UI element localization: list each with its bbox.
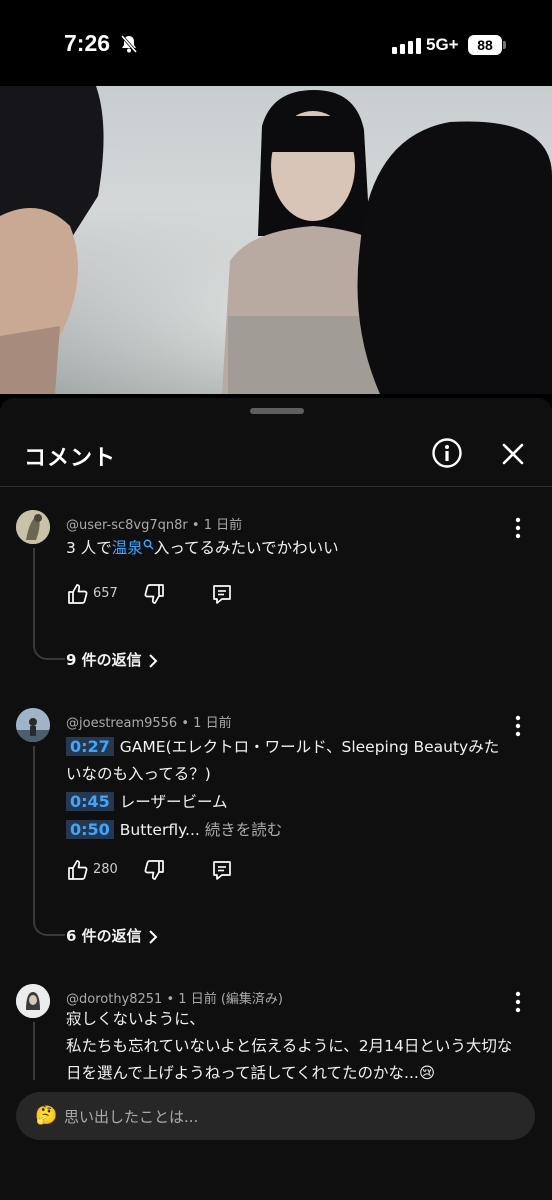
like-count: 657 xyxy=(93,586,118,601)
dislike-icon[interactable] xyxy=(142,858,166,882)
video-frame xyxy=(0,86,552,394)
search-link[interactable]: 温泉 xyxy=(112,539,143,557)
close-icon[interactable] xyxy=(499,440,527,468)
avatar[interactable] xyxy=(16,984,50,1018)
comment-text: 0:27 GAME(エレクトロ・ワールド、Sleeping Beautyみた いな… xyxy=(66,733,526,844)
comment-line: 0:45 レーザービーム xyxy=(66,788,526,816)
drag-handle[interactable] xyxy=(250,408,304,414)
comment-actions: 657 xyxy=(66,582,266,608)
like-icon[interactable] xyxy=(66,582,90,606)
timestamp-link[interactable]: 0:27 xyxy=(66,737,114,756)
comment-author[interactable]: @dorothy8251 xyxy=(66,992,162,1007)
comment-actions: 280 xyxy=(66,858,266,884)
comment-line: 0:50 Butterfly... 続きを読む xyxy=(66,816,526,844)
status-time: 7:26 xyxy=(64,30,111,56)
thinking-emoji-icon: 🤔 xyxy=(35,1105,58,1126)
chevron-right-icon xyxy=(148,653,158,668)
comment-line-text: レーザービーム xyxy=(119,793,228,811)
comment-meta: @dorothy8251 • 1 日前 (編集済み) xyxy=(66,992,283,1007)
comment-line: いなのも入ってる？) xyxy=(66,761,526,788)
comment-meta: @joestream9556 • 1 日前 xyxy=(66,716,232,731)
more-options-icon[interactable] xyxy=(510,715,526,737)
header-divider xyxy=(0,486,552,487)
more-options-icon[interactable] xyxy=(510,517,526,539)
comment-meta: @user-sc8vg7qn8r • 1 日前 xyxy=(66,518,243,533)
dislike-icon[interactable] xyxy=(142,582,166,606)
info-icon[interactable] xyxy=(431,437,463,469)
replies-label: 6 件の返信 xyxy=(66,927,142,945)
comment-line: 私たちも忘れていないよと伝えるように、2月14日という大切な xyxy=(66,1037,513,1055)
comment-line-text: GAME(エレクトロ・ワールド、Sleeping Beautyみた xyxy=(119,738,500,756)
comment-line: 寂しくないように、 xyxy=(66,1010,205,1028)
replies-button[interactable]: 9 件の返信 xyxy=(66,649,158,671)
like-icon[interactable] xyxy=(66,858,90,882)
video-player[interactable] xyxy=(0,86,552,394)
battery-indicator: 88 xyxy=(468,35,502,55)
comment-line: 0:27 GAME(エレクトロ・ワールド、Sleeping Beautyみた xyxy=(66,733,526,761)
comment-text: 3 人で温泉 入ってるみたいでかわいい xyxy=(66,535,526,562)
read-more-link[interactable]: 続きを読む xyxy=(205,821,283,839)
comment-time: 1 日前 xyxy=(193,716,232,731)
status-bar: 7:26 5G+ 88 xyxy=(0,0,552,86)
replies-label: 9 件の返信 xyxy=(66,651,142,669)
comment-time: 1 日前 xyxy=(203,518,243,533)
comment-line-text: いなのも入ってる？) xyxy=(66,765,211,783)
search-icon xyxy=(143,539,154,550)
more-options-icon[interactable] xyxy=(510,991,526,1013)
thread-line xyxy=(33,746,65,936)
timestamp-link[interactable]: 0:50 xyxy=(66,820,114,839)
battery-nub xyxy=(503,41,506,49)
signal-icon xyxy=(392,38,421,54)
reply-icon[interactable] xyxy=(210,858,234,882)
chevron-right-icon xyxy=(148,929,158,944)
bell-muted-icon xyxy=(120,35,138,53)
comment-author[interactable]: @joestream9556 xyxy=(66,716,177,731)
comment-line-text: Butterfly... xyxy=(119,821,200,839)
timestamp-link[interactable]: 0:45 xyxy=(66,792,114,811)
comment-text-part: 入ってるみたいでかわいい xyxy=(153,539,339,557)
thread-line xyxy=(33,1022,65,1080)
avatar[interactable] xyxy=(16,708,50,742)
comment-time: 1 日前 (編集済み) xyxy=(178,992,283,1007)
replies-button[interactable]: 6 件の返信 xyxy=(66,925,158,947)
reply-icon[interactable] xyxy=(210,582,234,606)
avatar[interactable] xyxy=(16,510,50,544)
comment-text: 寂しくないように、 私たちも忘れていないよと伝えるように、2月14日という大切な… xyxy=(66,1006,526,1080)
comment-line: 日を選んで上げようねって話してくれてたのかな...😢 xyxy=(66,1064,435,1080)
sheet-title: コメント xyxy=(24,446,117,471)
comment-text-part: 3 人で xyxy=(66,539,112,557)
comment-item: @dorothy8251 • 1 日前 (編集済み) 寂しくないように、 私たち… xyxy=(0,982,552,1080)
comment-input[interactable]: 🤔 思い出したことは... xyxy=(16,1092,535,1140)
network-label: 5G+ xyxy=(426,35,459,54)
like-count: 280 xyxy=(93,862,118,877)
thread-line xyxy=(33,548,65,660)
comment-input-placeholder: 思い出したことは... xyxy=(64,1108,199,1126)
comment-author[interactable]: @user-sc8vg7qn8r xyxy=(66,518,188,533)
